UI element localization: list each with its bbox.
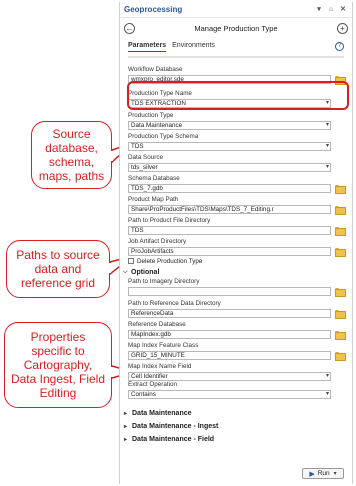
extract-op-label: Extract Operation [128, 381, 177, 388]
imagery-dir-input[interactable] [128, 286, 331, 296]
ref-db-input[interactable]: MapIndex.gdb [128, 329, 331, 339]
callout-props: Properties specific to Cartography, Data… [4, 322, 112, 408]
run-label: Run [317, 470, 330, 477]
file-dir-label: Path to Product File Directory [128, 217, 211, 224]
delete-ptype-row: Delete Production Type [128, 256, 344, 266]
play-icon: ▶ [309, 470, 315, 478]
tab-environments[interactable]: Environments [172, 42, 215, 53]
ptype-select[interactable]: Data Maintenance [128, 120, 331, 130]
folder-icon[interactable] [335, 330, 346, 340]
group-label: Data Maintenance - Ingest [132, 423, 219, 430]
tool-name: Manage Production Type [194, 23, 278, 33]
extract-op-select[interactable]: Contains [128, 389, 331, 399]
group-data-maintenance-field[interactable]: ▸ Data Maintenance - Field [120, 433, 352, 446]
help-icon[interactable]: ? [335, 42, 344, 51]
job-dir-label: Job Artifact Directory [128, 238, 187, 245]
close-icon[interactable]: ✕ [338, 5, 348, 15]
folder-icon[interactable] [335, 184, 346, 194]
schema-select[interactable]: TDS [128, 141, 331, 151]
job-dir-input[interactable]: ProJobArtifacts [128, 246, 331, 256]
chevron-right-icon: ▸ [124, 411, 128, 417]
callout-paths: Paths to source data and reference grid [6, 240, 110, 298]
group-data-maintenance[interactable]: ▸ Data Maintenance [120, 407, 352, 420]
optional-label: Optional [131, 268, 160, 276]
workflow-db-label: Workflow Database [128, 66, 183, 73]
ref-data-dir-input[interactable]: ReferenceData [128, 308, 331, 318]
schema-db-label: Schema Database [128, 175, 180, 182]
add-icon[interactable]: + [337, 22, 348, 34]
chevron-right-icon: ▸ [124, 437, 128, 443]
ptype-label: Production Type [128, 112, 174, 119]
chevron-down-icon[interactable]: ▾ [334, 470, 337, 477]
data-source-select[interactable]: tds_silver [128, 162, 331, 172]
pane-title: Geoprocessing [124, 5, 183, 14]
callout-paths-text: Paths to source data and reference grid [16, 248, 100, 290]
group-label: Data Maintenance [132, 410, 192, 417]
callout-source: Source database, schema, maps, paths [31, 121, 112, 189]
pane-titlebar: Geoprocessing ▾ ⌂ ✕ [120, 2, 352, 18]
map-index-name-select[interactable]: Cell Identifier [128, 371, 331, 381]
chevron-right-icon: ▸ [124, 424, 128, 430]
folder-icon[interactable] [335, 287, 346, 297]
map-path-input[interactable]: Share\ProProductFiles\TDS\Maps\TDS_7_Edi… [128, 204, 331, 214]
folder-icon[interactable] [335, 309, 346, 319]
folder-icon[interactable] [335, 247, 346, 257]
ref-db-label: Reference Database [128, 321, 186, 328]
callout-props-text: Properties specific to Cartography, Data… [10, 330, 106, 400]
geoprocessing-pane: Geoprocessing ▾ ⌂ ✕ ← Manage Production … [119, 2, 353, 484]
map-path-label: Product Map Path [128, 196, 179, 203]
back-arrow-icon[interactable]: ← [124, 22, 135, 34]
schema-db-input[interactable]: TDS_7.gdb [128, 183, 331, 193]
tab-parameters[interactable]: Parameters [128, 42, 167, 52]
delete-ptype-label: Delete Production Type [137, 257, 203, 265]
group-data-maintenance-ingest[interactable]: ▸ Data Maintenance - Ingest [120, 420, 352, 433]
folder-icon[interactable] [335, 226, 346, 236]
tool-header: ← Manage Production Type + [120, 18, 352, 38]
schema-label: Production Type Schema [128, 133, 199, 140]
pin-menu-icon[interactable]: ▾ [314, 5, 324, 15]
imagery-dir-label: Path to Imagery Directory [128, 278, 200, 285]
chevron-down-icon: ⌵ [123, 268, 128, 275]
map-index-fc-input[interactable]: GRID_15_MINUTE [128, 350, 331, 360]
file-dir-input[interactable]: TDS [128, 225, 331, 235]
highlight-production-type-name [127, 81, 349, 110]
map-index-name-label: Map Index Name Field [128, 363, 192, 370]
run-button[interactable]: ▶ Run ▾ [302, 468, 344, 479]
ref-data-dir-label: Path to Reference Data Directory [128, 300, 221, 307]
map-index-fc-label: Map Index Feature Class [128, 342, 199, 349]
folder-icon[interactable] [335, 351, 346, 361]
folder-icon[interactable] [335, 205, 346, 215]
data-source-label: Data Source [128, 154, 164, 161]
callout-source-text: Source database, schema, maps, paths [38, 127, 105, 183]
tab-strip: Parameters Environments ? [120, 38, 352, 53]
optional-group-header[interactable]: ⌵ Optional [120, 266, 352, 278]
auto-hide-icon[interactable]: ⌂ [326, 5, 336, 15]
delete-ptype-checkbox[interactable] [128, 258, 134, 264]
group-label: Data Maintenance - Field [132, 436, 215, 443]
